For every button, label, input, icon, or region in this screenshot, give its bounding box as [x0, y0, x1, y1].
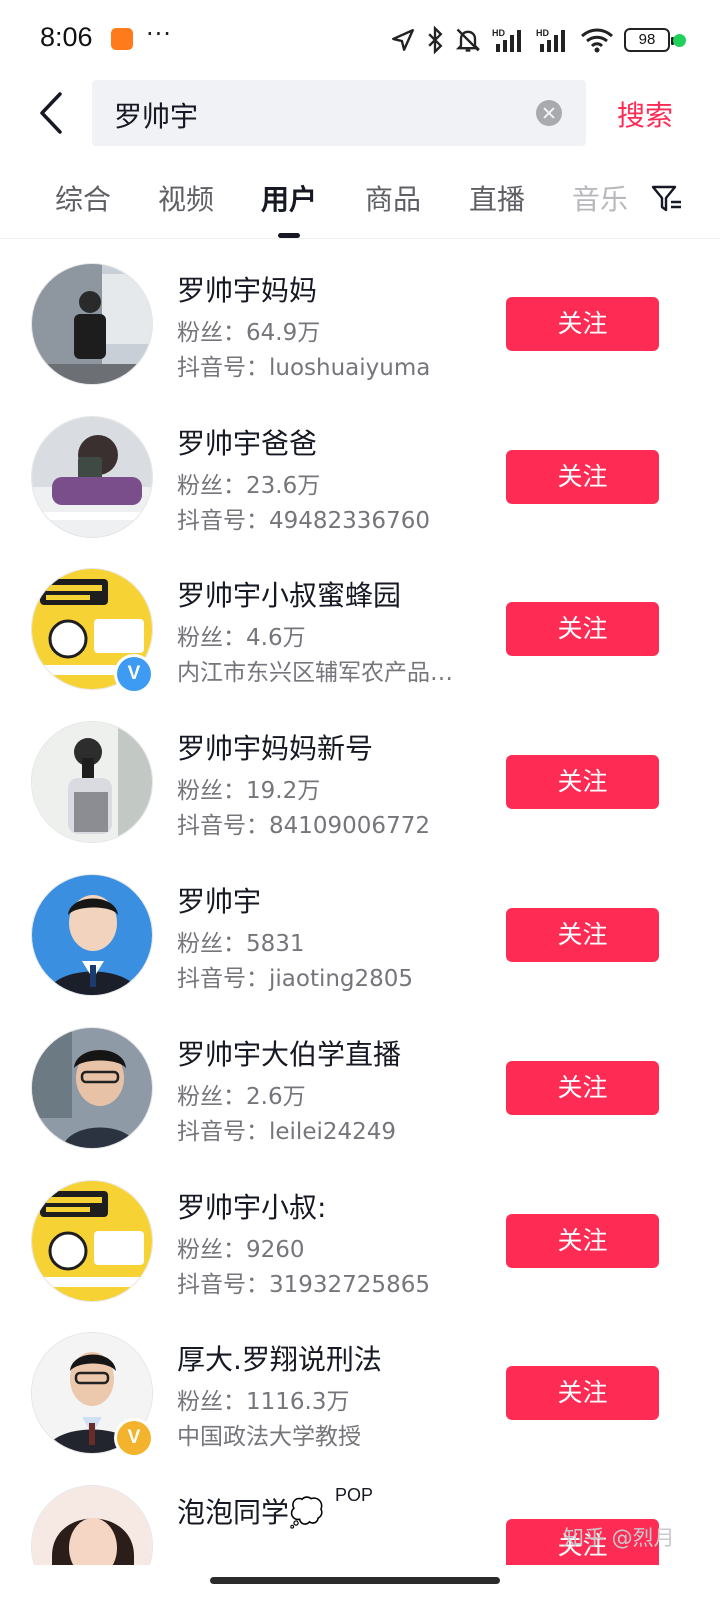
hd-signal-icon: HD — [536, 28, 565, 52]
status-bar: 8:06 ··· HD HD 98 — [0, 0, 720, 80]
tab-general[interactable]: 综合 — [55, 178, 111, 218]
follow-button[interactable]: 关注 — [506, 450, 659, 504]
status-time: 8:06 — [40, 22, 93, 52]
user-list-item[interactable]: 罗帅宇 粉丝：5831 抖音号：jiaoting2805 关注 — [0, 874, 720, 1027]
user-fans-count: 粉丝：1116.3万 — [177, 1389, 350, 1415]
filter-icon[interactable] — [650, 182, 684, 216]
user-list-item[interactable]: 罗帅宇妈妈 粉丝：64.9万 抖音号：luoshuaiyuma 关注 — [0, 263, 720, 416]
tab-live[interactable]: 直播 — [469, 178, 525, 218]
follow-button[interactable]: 关注 — [506, 1214, 659, 1268]
svg-text:HD: HD — [536, 28, 549, 38]
search-query-text[interactable]: 罗帅宇 — [114, 95, 198, 135]
home-indicator[interactable] — [210, 1577, 500, 1584]
user-name[interactable]: 厚大.罗翔说刑法 — [177, 1338, 382, 1378]
verified-badge-label: V — [117, 657, 151, 691]
user-douyin-id: 抖音号：49482336760 — [177, 508, 430, 534]
user-name[interactable]: 罗帅宇小叔蜜蜂园 — [177, 574, 401, 614]
user-list-item[interactable]: 罗帅宇大伯学直播 粉丝：2.6万 抖音号：leilei24249 关注 — [0, 1027, 720, 1180]
user-fans-count: 粉丝：9260 — [177, 1237, 305, 1263]
more-notifications-icon: ··· — [146, 20, 172, 48]
avatar[interactable] — [31, 874, 153, 996]
pop-badge: POP — [335, 1485, 374, 1505]
watermark: 知乎 @烈月 — [563, 1526, 675, 1550]
user-list-item[interactable]: 罗帅宇妈妈新号 粉丝：19.2万 抖音号：84109006772 关注 — [0, 721, 720, 874]
svg-text:HD: HD — [492, 28, 505, 38]
avatar[interactable] — [31, 1180, 153, 1302]
user-name[interactable]: 罗帅宇小叔: — [177, 1186, 326, 1226]
user-description: 中国政法大学教授 — [177, 1424, 361, 1450]
avatar[interactable] — [31, 263, 153, 385]
user-list-item[interactable]: 罗帅宇小叔: 粉丝：9260 抖音号：31932725865 关注 — [0, 1180, 720, 1333]
tab-users[interactable]: 用户 — [261, 178, 317, 218]
bell-muted-icon — [455, 28, 481, 52]
user-name[interactable]: 罗帅宇妈妈新号 — [177, 727, 373, 767]
avatar[interactable] — [31, 1027, 153, 1149]
search-category-tabs: 综合 视频 用户 商品 直播 音乐 — [0, 178, 720, 238]
user-douyin-id: 抖音号：luoshuaiyuma — [177, 355, 431, 381]
battery-icon: 98 — [624, 28, 674, 52]
user-name[interactable]: 罗帅宇爸爸 — [177, 422, 317, 462]
user-fans-count: 粉丝：2.6万 — [177, 1084, 306, 1110]
clear-search-icon[interactable] — [536, 100, 562, 126]
verified-badge-label: V — [117, 1421, 151, 1455]
user-douyin-id: 抖音号：leilei24249 — [177, 1119, 397, 1145]
status-icons: HD HD 98 — [390, 24, 674, 56]
back-button[interactable] — [28, 88, 78, 138]
verified-badge-icon: V — [114, 1418, 154, 1458]
verified-badge-icon: V — [114, 654, 154, 694]
follow-button[interactable]: 关注 — [506, 908, 659, 962]
avatar[interactable] — [31, 416, 153, 538]
user-name[interactable]: 罗帅宇妈妈 — [177, 269, 317, 309]
user-list-item[interactable]: V 罗帅宇小叔蜜蜂园 粉丝：4.6万 内江市东兴区辅军农产品… 关注 — [0, 568, 720, 721]
tab-products[interactable]: 商品 — [365, 178, 421, 218]
avatar[interactable] — [31, 1485, 153, 1565]
follow-button[interactable]: 关注 — [506, 1366, 659, 1420]
follow-button[interactable]: 关注 — [506, 297, 659, 351]
location-arrow-icon — [392, 29, 414, 51]
user-description: 内江市东兴区辅军农产品… — [177, 660, 453, 686]
user-name[interactable]: 罗帅宇 — [177, 880, 261, 920]
app-notification-icon — [111, 28, 133, 50]
user-name[interactable]: 罗帅宇大伯学直播 — [177, 1033, 401, 1073]
follow-button[interactable]: 关注 — [506, 755, 659, 809]
hd-signal-icon: HD — [492, 28, 521, 52]
user-name[interactable]: 泡泡同学💭 — [177, 1491, 324, 1531]
user-fans-count: 粉丝：5831 — [177, 931, 305, 957]
bluetooth-icon — [428, 26, 443, 54]
user-list-item[interactable]: 罗帅宇爸爸 粉丝：23.6万 抖音号：49482336760 关注 — [0, 416, 720, 569]
tab-videos[interactable]: 视频 — [158, 178, 214, 218]
privacy-indicator-dot — [673, 34, 686, 47]
user-douyin-id: 抖音号：jiaoting2805 — [177, 966, 414, 992]
tabs-divider — [0, 238, 720, 239]
search-button[interactable]: 搜索 — [617, 94, 673, 134]
follow-button[interactable]: 关注 — [506, 1061, 659, 1115]
avatar[interactable] — [31, 721, 153, 843]
user-fans-count: 粉丝：23.6万 — [177, 473, 321, 499]
user-douyin-id: 抖音号：84109006772 — [177, 813, 430, 839]
tab-music[interactable]: 音乐 — [572, 178, 628, 218]
user-douyin-id: 抖音号：31932725865 — [177, 1272, 430, 1298]
user-fans-count: 粉丝：19.2万 — [177, 778, 321, 804]
user-fans-count: 粉丝：64.9万 — [177, 320, 321, 346]
wifi-icon — [581, 28, 613, 53]
follow-button[interactable]: 关注 — [506, 602, 659, 656]
user-list-item[interactable]: V 厚大.罗翔说刑法 粉丝：1116.3万 中国政法大学教授 关注 — [0, 1332, 720, 1485]
user-fans-count: 粉丝：4.6万 — [177, 625, 306, 651]
search-input[interactable]: 罗帅宇 — [92, 80, 586, 146]
